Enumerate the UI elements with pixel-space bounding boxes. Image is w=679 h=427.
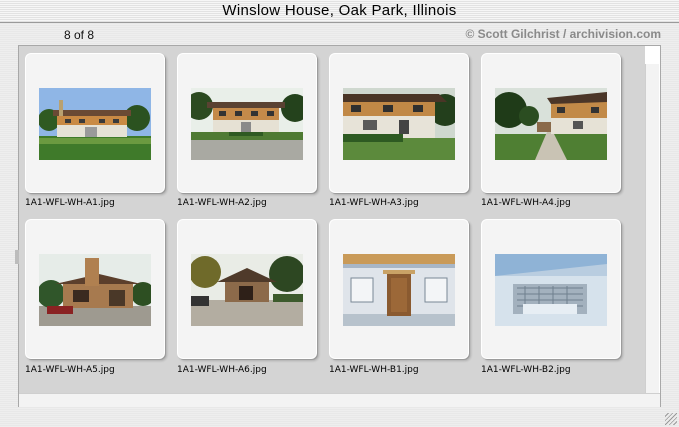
horizontal-scrollbar[interactable] — [19, 393, 660, 407]
slide-thumbnail[interactable] — [481, 53, 621, 193]
slide-thumbnail[interactable] — [481, 219, 621, 359]
resize-grip-icon[interactable] — [665, 413, 677, 425]
house-driveway-photo — [495, 88, 607, 160]
slide-filename: 1A1-WFL-WH-A6.jpg — [177, 365, 267, 375]
vertical-scrollbar[interactable] — [645, 64, 659, 393]
front-door-photo — [343, 254, 455, 326]
stable-building-photo — [39, 254, 151, 326]
house-front-photo — [39, 88, 151, 160]
slide-thumbnail[interactable] — [329, 53, 469, 193]
slide-thumbnail[interactable] — [329, 219, 469, 359]
slide-filename: 1A1-WFL-WH-A5.jpg — [25, 365, 115, 375]
slide-filename: 1A1-WFL-WH-A1.jpg — [25, 198, 115, 208]
slide-filename: 1A1-WFL-WH-A4.jpg — [481, 198, 571, 208]
slide-thumbnail[interactable] — [25, 219, 165, 359]
panel-edge-marker — [15, 250, 19, 264]
slide-filename: 1A1-WFL-WH-B1.jpg — [329, 365, 419, 375]
slide-thumbnail[interactable] — [177, 53, 317, 193]
slide-thumbnail[interactable] — [177, 219, 317, 359]
house-front-photo — [191, 88, 303, 160]
stable-entrance-photo — [191, 254, 303, 326]
ornament-detail-photo — [495, 254, 607, 326]
house-angle-photo — [343, 88, 455, 160]
copyright-credit: © Scott Gilchrist / archivision.com — [465, 27, 661, 41]
slide-filename: 1A1-WFL-WH-A2.jpg — [177, 198, 267, 208]
slide-filename: 1A1-WFL-WH-B2.jpg — [481, 365, 571, 375]
slide-thumbnail[interactable] — [25, 53, 165, 193]
slide-filename: 1A1-WFL-WH-A3.jpg — [329, 198, 419, 208]
image-counter: 8 of 8 — [64, 28, 95, 42]
window-title: Winslow House, Oak Park, Illinois — [0, 0, 679, 23]
